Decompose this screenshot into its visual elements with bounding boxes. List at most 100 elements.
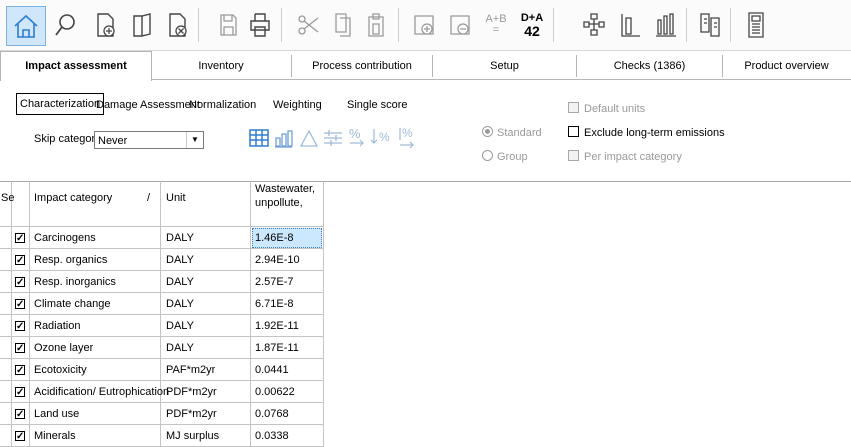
- value-cell[interactable]: 0.0338: [255, 427, 289, 445]
- table-row[interactable]: ✓ Acidification/ Eutrophication PDF*m2yr 0.…: [0, 381, 323, 403]
- value-cell[interactable]: 0.0768: [255, 405, 289, 423]
- tab-checks[interactable]: Checks (1386): [577, 55, 723, 77]
- impact-category-cell[interactable]: Land use: [34, 405, 79, 423]
- default-units-checkbox[interactable]: Default units: [568, 102, 645, 115]
- subtab-damage-assessment[interactable]: Damage Assessment: [96, 95, 200, 115]
- value-cell[interactable]: 1.87E-11: [255, 339, 299, 357]
- row-checkbox[interactable]: ✓: [15, 233, 25, 244]
- paste-button[interactable]: [360, 7, 392, 43]
- table-row[interactable]: ✓ Radiation DALY 1.92E-11: [0, 315, 323, 337]
- header-wastewater[interactable]: Wastewater, unpollute,: [255, 182, 315, 210]
- row-checkbox[interactable]: ✓: [15, 365, 25, 376]
- unit-cell[interactable]: DALY: [166, 295, 194, 313]
- value-cell[interactable]: 1.46E-8: [255, 229, 294, 247]
- calculator-button[interactable]: [740, 7, 772, 43]
- impact-category-cell[interactable]: Minerals: [34, 427, 76, 445]
- unit-cell[interactable]: DALY: [166, 229, 194, 247]
- group-radio[interactable]: Group: [482, 150, 528, 163]
- triangle-icon[interactable]: [298, 127, 320, 149]
- impact-category-cell[interactable]: Resp. organics: [34, 251, 107, 269]
- unit-cell[interactable]: PDF*m2yr: [166, 405, 217, 423]
- unit-cell[interactable]: MJ surplus: [166, 427, 219, 445]
- percent-arrow-icon[interactable]: %: [396, 124, 418, 150]
- unit-cell[interactable]: PDF*m2yr: [166, 383, 217, 401]
- open-book-button[interactable]: [126, 7, 158, 43]
- calculator-icon: [748, 12, 764, 38]
- value-cell[interactable]: 0.00622: [255, 383, 295, 401]
- tab-setup[interactable]: Setup: [433, 55, 577, 77]
- standard-radio[interactable]: Standard: [482, 126, 542, 139]
- svg-text:%: %: [379, 130, 390, 144]
- network-button[interactable]: [578, 7, 610, 43]
- new-document-button[interactable]: [90, 7, 122, 43]
- header-unit[interactable]: Unit: [166, 189, 186, 207]
- cut-button[interactable]: [292, 7, 324, 43]
- header-select[interactable]: Se: [1, 189, 29, 207]
- value-cell[interactable]: 6.71E-8: [255, 295, 294, 313]
- value-cell[interactable]: 1.92E-11: [255, 317, 299, 335]
- home-button[interactable]: [6, 6, 46, 46]
- delete-document-button[interactable]: [162, 7, 194, 43]
- impact-category-cell[interactable]: Carcinogens: [34, 229, 96, 247]
- row-checkbox[interactable]: ✓: [15, 255, 25, 266]
- d-plus-a-button[interactable]: D+A 42: [516, 7, 548, 43]
- unit-cell[interactable]: DALY: [166, 251, 194, 269]
- per-impact-category-checkbox[interactable]: Per impact category: [568, 150, 682, 163]
- subtab-weighting[interactable]: Weighting: [273, 95, 322, 115]
- chevron-down-icon[interactable]: ▼: [186, 132, 203, 148]
- row-checkbox[interactable]: ✓: [15, 431, 25, 442]
- row-checkbox[interactable]: ✓: [15, 299, 25, 310]
- tab-impact-assessment[interactable]: Impact assessment: [0, 51, 152, 81]
- unit-cell[interactable]: DALY: [166, 317, 194, 335]
- row-checkbox[interactable]: ✓: [15, 277, 25, 288]
- copy-button[interactable]: [326, 7, 358, 43]
- filter-icon[interactable]: [322, 127, 344, 149]
- impact-category-cell[interactable]: Radiation: [34, 317, 80, 335]
- skip-categories-select[interactable]: Never ▼: [94, 131, 204, 149]
- percent-icon[interactable]: %: [346, 125, 368, 149]
- single-bar-button[interactable]: [614, 7, 646, 43]
- subtab-characterization[interactable]: Characterization: [16, 93, 105, 115]
- subtab-single-score[interactable]: Single score: [347, 95, 408, 115]
- impact-category-cell[interactable]: Climate change: [34, 295, 110, 313]
- impact-category-cell[interactable]: Ozone layer: [34, 339, 93, 357]
- a-plus-b-button[interactable]: A+B =: [480, 7, 512, 43]
- value-cell[interactable]: 2.94E-10: [255, 251, 300, 269]
- row-checkbox[interactable]: ✓: [15, 387, 25, 398]
- compare-documents-button[interactable]: [694, 7, 726, 43]
- header-impact-category[interactable]: Impact category: [34, 189, 112, 207]
- table-row[interactable]: ✓ Resp. organics DALY 2.94E-10: [0, 249, 323, 271]
- remove-button[interactable]: [444, 7, 476, 43]
- tab-inventory[interactable]: Inventory: [151, 55, 292, 77]
- row-checkbox[interactable]: ✓: [15, 321, 25, 332]
- table-icon[interactable]: [248, 127, 270, 149]
- tab-process-contribution[interactable]: Process contribution: [292, 55, 433, 77]
- tab-product-overview[interactable]: Product overview: [723, 55, 850, 77]
- value-cell[interactable]: 0.0441: [255, 361, 289, 379]
- table-row[interactable]: ✓ Ozone layer DALY 1.87E-11: [0, 337, 323, 359]
- unit-cell[interactable]: DALY: [166, 273, 194, 291]
- row-checkbox[interactable]: ✓: [15, 343, 25, 354]
- subtab-normalization[interactable]: Normalization: [189, 95, 256, 115]
- bar-chart-view-icon[interactable]: [272, 127, 294, 149]
- exclude-longterm-checkbox[interactable]: Exclude long-term emissions: [568, 126, 725, 139]
- table-row[interactable]: ✓ Climate change DALY 6.71E-8: [0, 293, 323, 315]
- bar-chart-button[interactable]: [650, 7, 682, 43]
- table-row[interactable]: ✓ Minerals MJ surplus 0.0338: [0, 425, 323, 447]
- table-row[interactable]: ✓ Land use PDF*m2yr 0.0768: [0, 403, 323, 425]
- table-row[interactable]: ✓ Carcinogens DALY 1.46E-8: [0, 227, 323, 249]
- unit-cell[interactable]: DALY: [166, 339, 194, 357]
- sort-percent-icon[interactable]: %: [370, 125, 394, 149]
- impact-category-cell[interactable]: Acidification/ Eutrophication: [34, 383, 169, 401]
- impact-category-cell[interactable]: Ecotoxicity: [34, 361, 87, 379]
- value-cell[interactable]: 2.57E-7: [255, 273, 294, 291]
- save-button[interactable]: [212, 7, 244, 43]
- table-row[interactable]: ✓ Ecotoxicity PAF*m2yr 0.0441: [0, 359, 323, 381]
- impact-category-cell[interactable]: Resp. inorganics: [34, 273, 116, 291]
- table-row[interactable]: ✓ Resp. inorganics DALY 2.57E-7: [0, 271, 323, 293]
- print-button[interactable]: [244, 7, 276, 43]
- search-button[interactable]: [50, 7, 82, 43]
- unit-cell[interactable]: PAF*m2yr: [166, 361, 215, 379]
- add-button[interactable]: [408, 7, 440, 43]
- row-checkbox[interactable]: ✓: [15, 409, 25, 420]
